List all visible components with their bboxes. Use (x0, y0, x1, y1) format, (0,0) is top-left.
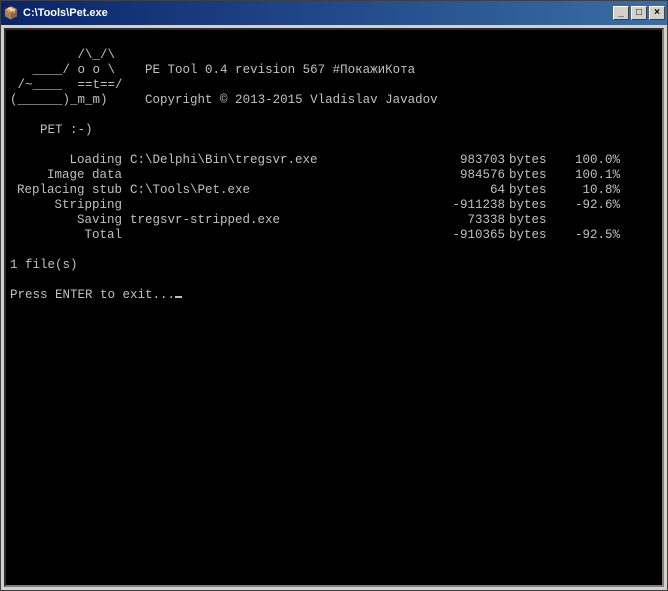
table-row: Stripping -911238bytes-92.6% (10, 198, 658, 213)
copyright-text: Copyright © 2013-2015 Vladislav Javadov (145, 93, 438, 107)
row-label: Replacing stub (10, 183, 130, 198)
bytes-label: bytes (505, 213, 555, 228)
file-count: 1 file(s) (10, 258, 78, 272)
row-label: Stripping (10, 198, 130, 213)
row-bytes: 64 (390, 183, 505, 198)
row-path: C:\Delphi\Bin\tregsvr.exe (130, 153, 390, 168)
window-title: C:\Tools\Pet.exe (23, 7, 613, 19)
bytes-label: bytes (505, 198, 555, 213)
row-bytes: 73338 (390, 213, 505, 228)
window-frame: /\_/\ ____/ o o \ PE Tool 0.4 revision 5… (1, 25, 667, 590)
row-pct: 100.1% (555, 168, 620, 183)
row-bytes: -911238 (390, 198, 505, 213)
bytes-label: bytes (505, 153, 555, 168)
table-row: LoadingC:\Delphi\Bin\tregsvr.exe983703by… (10, 153, 658, 168)
table-row: Total -910365bytes-92.5% (10, 228, 658, 243)
row-pct (555, 213, 620, 228)
pet-label: PET :-) (10, 123, 93, 137)
ascii-art-line: (______)_m_m) (10, 93, 108, 107)
row-bytes: 984576 (390, 168, 505, 183)
row-pct: 10.8% (555, 183, 620, 198)
tool-header: PE Tool 0.4 revision 567 #ПокажиКота (145, 63, 415, 77)
minimize-button[interactable]: _ (613, 6, 629, 20)
row-label: Loading (10, 153, 130, 168)
row-pct: 100.0% (555, 153, 620, 168)
ascii-art-line: ____/ o o \ (10, 63, 115, 77)
row-label: Total (10, 228, 130, 243)
bytes-label: bytes (505, 183, 555, 198)
row-path: tregsvr-stripped.exe (130, 213, 390, 228)
close-button[interactable]: × (649, 6, 665, 20)
row-path (130, 168, 390, 183)
row-label: Saving (10, 213, 130, 228)
row-pct: -92.5% (555, 228, 620, 243)
ascii-art-line: /~____ ==t==/ (10, 78, 123, 92)
row-path: C:\Tools\Pet.exe (130, 183, 390, 198)
titlebar[interactable]: 📦 C:\Tools\Pet.exe _ □ × (1, 1, 667, 25)
row-path (130, 198, 390, 213)
table-row: Replacing stubC:\Tools\Pet.exe64bytes10.… (10, 183, 658, 198)
console-window: 📦 C:\Tools\Pet.exe _ □ × /\_/\ ____/ o o… (0, 0, 668, 591)
bytes-label: bytes (505, 228, 555, 243)
row-label: Image data (10, 168, 130, 183)
exit-prompt: Press ENTER to exit... (10, 288, 175, 302)
maximize-button[interactable]: □ (631, 6, 647, 20)
titlebar-buttons: _ □ × (613, 6, 665, 20)
row-bytes: 983703 (390, 153, 505, 168)
bytes-label: bytes (505, 168, 555, 183)
table-row: Savingtregsvr-stripped.exe73338bytes (10, 213, 658, 228)
row-bytes: -910365 (390, 228, 505, 243)
console-output[interactable]: /\_/\ ____/ o o \ PE Tool 0.4 revision 5… (4, 28, 664, 587)
cursor-icon (175, 296, 182, 298)
app-icon: 📦 (3, 5, 19, 21)
ascii-art-line: /\_/\ (10, 48, 115, 62)
row-path (130, 228, 390, 243)
row-pct: -92.6% (555, 198, 620, 213)
table-row: Image data 984576bytes100.1% (10, 168, 658, 183)
